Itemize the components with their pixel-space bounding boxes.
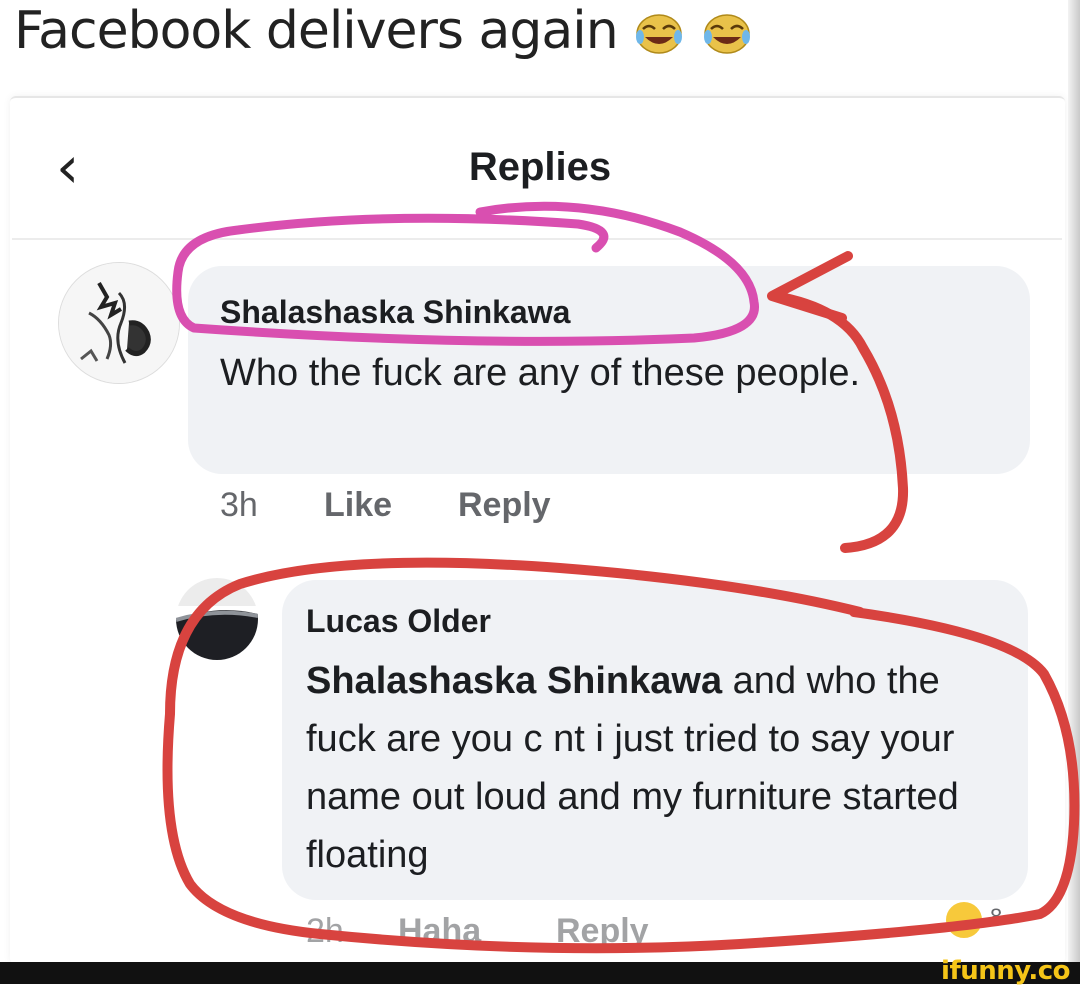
haha-reaction-icon [944,900,984,940]
reaction-count: 8 [990,904,1003,929]
site-watermark: ifunny.co [941,956,1070,986]
watermark-bar: ifunny.co [0,956,1080,986]
comment-author[interactable]: Lucas Older [306,603,491,640]
comment-time: 3h [220,486,258,524]
comment-actions: 3h Like Reply [220,486,720,530]
mention-tag[interactable]: Shalashaska Shinkawa [306,660,722,702]
comment-text: Shalashaska Shinkawa and who the fuck ar… [306,652,996,884]
header-divider [12,238,1062,240]
landscape-avatar-icon [176,578,258,660]
meme-caption: Facebook delivers again [14,0,753,62]
reply-button[interactable]: Reply [458,486,551,525]
comment-author[interactable]: Shalashaska Shinkawa [220,294,570,331]
caption-text: Facebook delivers again [14,1,619,61]
face-with-tears-of-joy-icon [703,14,750,54]
like-button[interactable]: Like [324,486,392,525]
sketch-avatar-icon [59,263,179,383]
page-title: Replies [468,145,612,189]
avatar[interactable] [58,262,180,384]
avatar[interactable] [176,578,258,660]
reaction-summary[interactable]: 8 [944,900,1024,940]
comment-text: Who the fuck are any of these people. [220,352,861,394]
comment-actions: 2h Haha Reply [306,912,806,956]
comment-time: 2h [306,912,344,950]
face-with-tears-of-joy-icon [636,14,683,54]
reply-button[interactable]: Reply [556,912,649,951]
haha-button[interactable]: Haha [398,912,481,951]
